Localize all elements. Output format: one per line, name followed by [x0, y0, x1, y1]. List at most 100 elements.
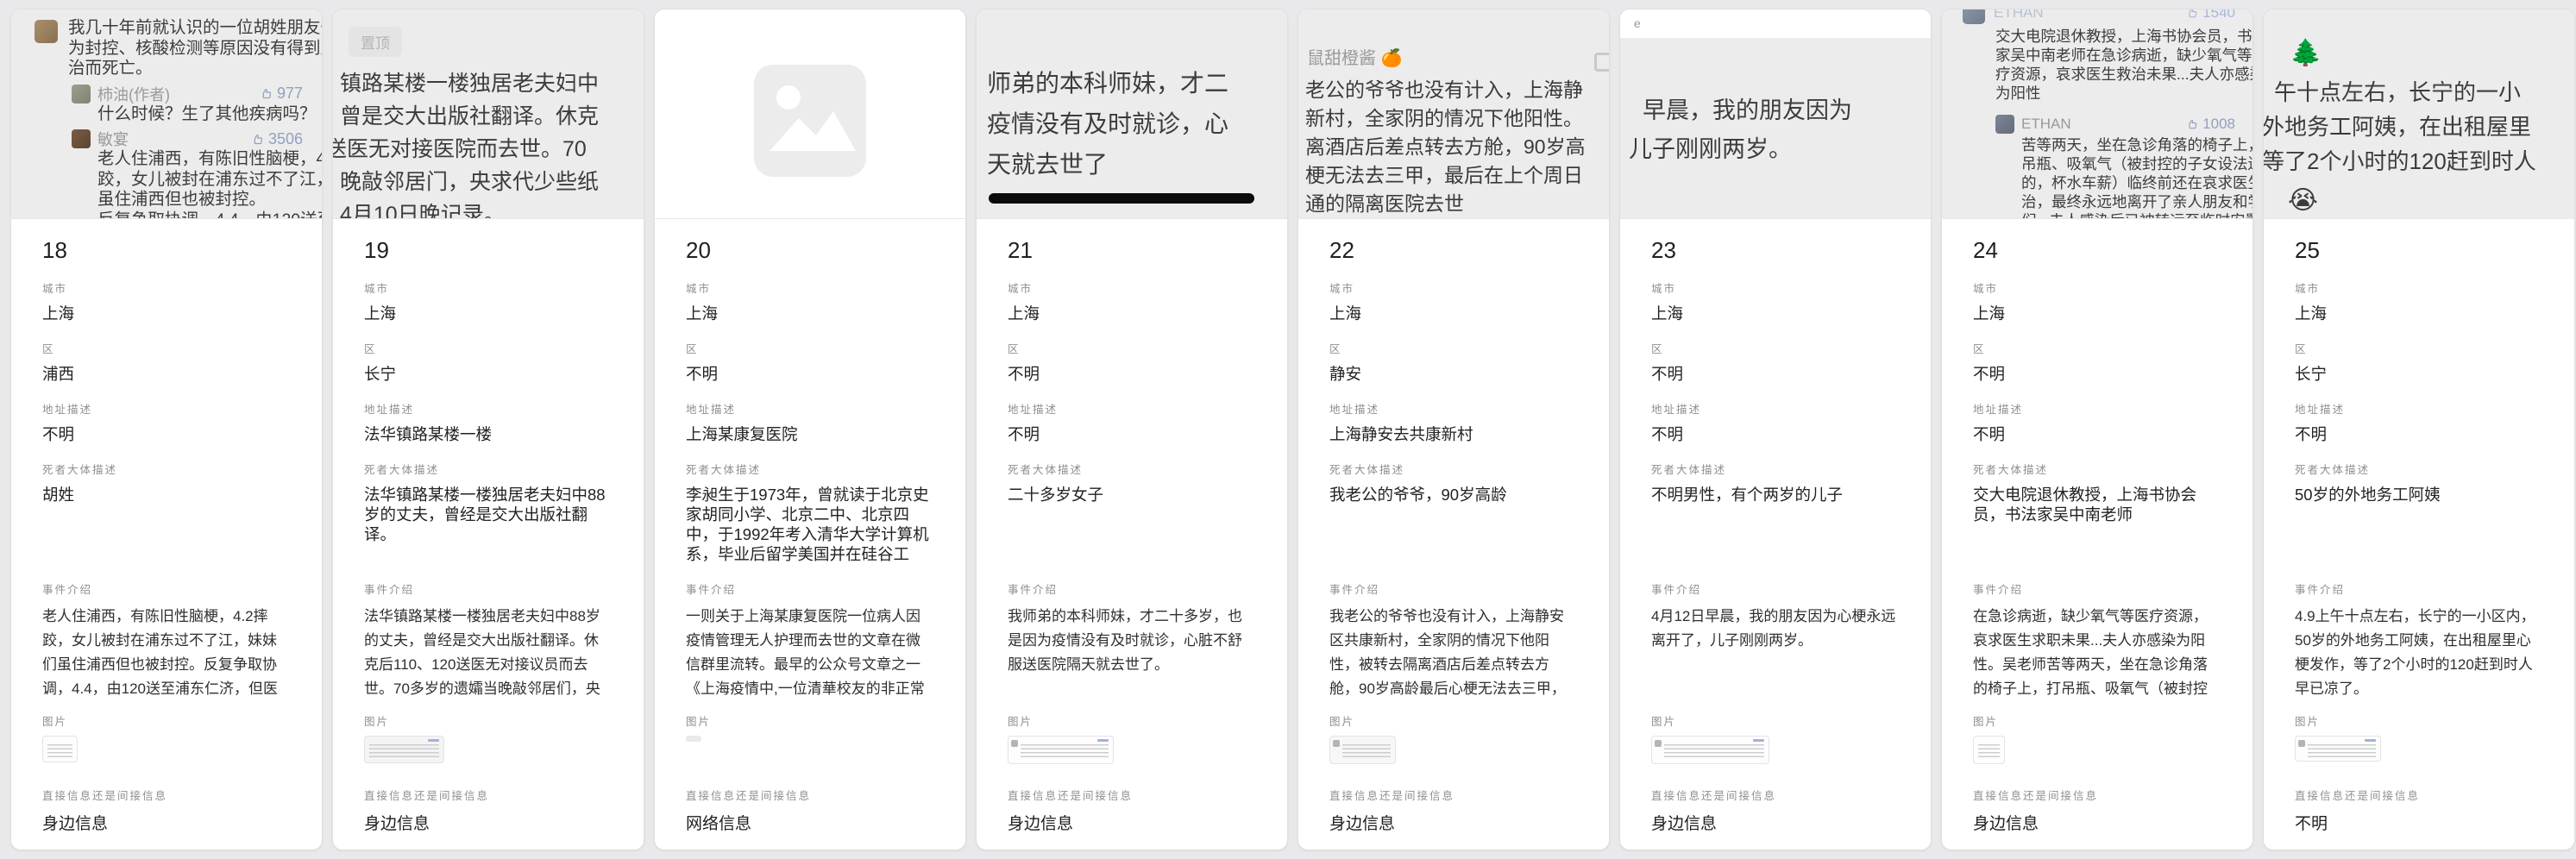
case-screenshot[interactable]: 师弟的本科师妹，才二 疫情没有及时就诊，心 天就去世了 — [977, 9, 1287, 218]
case-screenshot[interactable]: e 早晨，我的朋友因为 儿子刚刚两岁。 — [1620, 9, 1931, 218]
case-screenshot[interactable]: 鼠甜橙酱 🍊 老公的爷爷也没有计入，上海静 新村，全家阴的情况下他阳性。 离酒店… — [1298, 9, 1609, 218]
case-card-18[interactable]: 我几十年前就认识的一位胡姓朋友也是因 为封控、核酸检测等原因没有得到及时救 治而… — [10, 9, 323, 850]
text-line: 早晨，我的朋友因为 — [1620, 91, 1931, 130]
text-line: 师弟的本科师妹，才二 — [987, 63, 1287, 103]
field-label-district: 区 — [364, 342, 613, 356]
comment-line: 我几十年前就认识的一位胡姓朋友也是因 — [68, 18, 322, 39]
thumbs-up-icon — [260, 87, 273, 100]
like-count[interactable]: 1540 — [2186, 9, 2235, 22]
case-card-25[interactable]: 🌲 午十点左右，长宁的一小 外地务工阿姨，在出租屋里 等了2个小时的120赶到时… — [2263, 9, 2575, 850]
field-label-image: 图片 — [1329, 715, 1578, 729]
field-label-city: 城市 — [2295, 282, 2543, 296]
field-label-image: 图片 — [364, 715, 613, 729]
text-line: 外地务工阿姨，在出租屋里 — [2264, 110, 2574, 144]
case-card-23[interactable]: e 早晨，我的朋友因为 儿子刚刚两岁。 23 城市 上海 区 不明 地址描述 不… — [1619, 9, 1932, 850]
field-label-city: 城市 — [686, 282, 934, 296]
case-card-19[interactable]: 置顶 镇路某楼一楼独居老夫妇中 曾是交大出版社翻译。休克 送医无对接医院而去世。… — [332, 9, 644, 850]
field-value-event: 4月12日早晨，我的朋友因为心梗永远离开了，儿子刚刚两岁。 — [1651, 605, 1900, 703]
comment-text: 我几十年前就认识的一位胡姓朋友也是因 为封控、核酸检测等原因没有得到及时救 治而… — [68, 18, 322, 79]
field-label-city: 城市 — [1651, 282, 1900, 296]
text-line: 曾是交大出版社翻译。休克 — [340, 100, 644, 133]
case-details: 23 城市 上海 区 不明 地址描述 不明 死者大体描述 不明男性，有个两岁的儿… — [1620, 218, 1931, 850]
image-thumbnail[interactable] — [1329, 736, 1396, 764]
image-thumbnail[interactable] — [686, 736, 701, 742]
field-value-event: 在急诊病逝，缺少氧气等医疗资源，哀求医生求职未果...夫人亦感染为阳性。吴老师苦… — [1973, 605, 2221, 703]
case-number: 19 — [364, 237, 613, 263]
field-value-deceased: 不明男性，有个两岁的儿子 — [1651, 485, 1900, 564]
thumbs-up-icon — [251, 133, 264, 146]
field-label-address: 地址描述 — [1651, 403, 1900, 417]
field-value-deceased: 交大电院退休教授，上海书协会员，书法家吴中南老师 — [1973, 485, 2221, 564]
image-thumbnail[interactable] — [1008, 736, 1114, 764]
reply-author: 敏宴 — [97, 128, 251, 150]
field-label-address: 地址描述 — [1973, 403, 2221, 417]
case-screenshot[interactable]: 🌲 午十点左右，长宁的一小 外地务工阿姨，在出租屋里 等了2个小时的120赶到时… — [2264, 9, 2574, 218]
field-label-direct: 直接信息还是间接信息 — [364, 789, 613, 803]
image-thumbnail[interactable] — [2295, 736, 2381, 762]
case-card-21[interactable]: 师弟的本科师妹，才二 疫情没有及时就诊，心 天就去世了 21 城市 上海 区 不… — [976, 9, 1288, 850]
case-card-20[interactable]: 20 城市 上海 区 不明 地址描述 上海某康复医院 死者大体描述 李昶生于19… — [654, 9, 966, 850]
reply-text: 老人住浦西，有陈旧性脑梗，4.2摔 跤，女儿被封在浦东过不了江，妹妹们 虽住浦西… — [97, 149, 322, 218]
reply-author: 柿油(作者) — [97, 83, 260, 105]
image-thumbnail-area — [1008, 736, 1256, 770]
comment-text: 交大电院退休教授，上海书协会员，书法 家吴中南老师在急诊病逝，缺少氧气等医 疗资… — [1995, 27, 2252, 103]
reply-header: ETHAN 1008 — [1995, 113, 2252, 135]
like-count-value: 977 — [277, 85, 303, 103]
thumbnail-text-lines — [1664, 742, 1764, 760]
image-thumbnail-area — [2295, 736, 2543, 770]
image-thumbnail[interactable] — [42, 736, 78, 762]
case-card-22[interactable]: 鼠甜橙酱 🍊 老公的爷爷也没有计入，上海静 新村，全家阴的情况下他阳性。 离酒店… — [1297, 9, 1610, 850]
field-label-address: 地址描述 — [686, 403, 934, 417]
like-count[interactable]: 977 — [260, 85, 303, 103]
field-value-city: 上海 — [686, 304, 934, 323]
field-label-district: 区 — [42, 342, 291, 356]
field-label-city: 城市 — [1008, 282, 1256, 296]
field-label-image: 图片 — [1651, 715, 1900, 729]
field-label-direct: 直接信息还是间接信息 — [1973, 789, 2221, 803]
field-value-city: 上海 — [1973, 304, 2221, 323]
field-value-deceased: 50岁的外地务工阿姨 — [2295, 485, 2543, 564]
case-card-24[interactable]: ETHAN 1540 交大电院退休教授，上海书协会员，书法 家吴中南老师在急诊病… — [1941, 9, 2253, 850]
case-details: 25 城市 上海 区 长宁 地址描述 不明 死者大体描述 50岁的外地务工阿姨 … — [2264, 218, 2574, 850]
field-value-district: 浦西 — [42, 364, 291, 384]
case-number: 18 — [42, 237, 291, 263]
thumbnail-text-lines — [1978, 742, 2000, 760]
field-label-direct: 直接信息还是间接信息 — [2295, 789, 2543, 803]
text-line: 老公的爷爷也没有计入，上海静 — [1305, 76, 1609, 104]
field-value-direct: 身边信息 — [364, 811, 613, 834]
thumbs-up-icon — [2186, 118, 2198, 130]
cases-grid: 我几十年前就认识的一位胡姓朋友也是因 为封控、核酸检测等原因没有得到及时救 治而… — [0, 0, 2576, 859]
reply-line: 跤，女儿被封在浦东过不了江，妹妹们 — [97, 170, 322, 191]
image-thumbnail[interactable] — [1651, 736, 1769, 764]
thumbnail-text-lines — [369, 742, 439, 759]
field-value-address: 不明 — [1651, 424, 1900, 444]
field-label-image: 图片 — [686, 715, 934, 729]
image-placeholder-icon — [754, 65, 866, 177]
image-thumbnail[interactable] — [1973, 736, 2005, 764]
image-thumbnail[interactable] — [364, 736, 444, 763]
field-value-address: 不明 — [2295, 424, 2543, 444]
case-number: 24 — [1973, 237, 2221, 263]
case-screenshot[interactable]: 置顶 镇路某楼一楼独居老夫妇中 曾是交大出版社翻译。休克 送医无对接医院而去世。… — [333, 9, 644, 218]
case-screenshot[interactable]: ETHAN 1540 交大电院退休教授，上海书协会员，书法 家吴中南老师在急诊病… — [1942, 9, 2252, 218]
field-label-event: 事件介绍 — [1008, 583, 1256, 597]
pinned-badge: 置顶 — [349, 27, 402, 57]
reply-line: 的，杯水车薪）临终前还在哀求医生救 — [2021, 173, 2252, 192]
field-label-direct: 直接信息还是间接信息 — [686, 789, 934, 803]
like-count[interactable]: 1008 — [2186, 116, 2235, 133]
field-label-address: 地址描述 — [42, 403, 291, 417]
field-value-address: 不明 — [1008, 424, 1256, 444]
field-value-city: 上海 — [364, 304, 613, 323]
thumbnail-text-lines — [1021, 742, 1109, 760]
like-count[interactable]: 3506 — [251, 130, 303, 148]
case-details: 19 城市 上海 区 长宁 地址描述 法华镇路某楼一楼 死者大体描述 法华镇路某… — [333, 218, 644, 850]
comment-line: 为封控、核酸检测等原因没有得到及时救 — [68, 39, 322, 60]
field-value-district: 不明 — [686, 364, 934, 384]
field-value-deceased: 我老公的爷爷，90岁高龄 — [1329, 485, 1578, 564]
field-value-district: 不明 — [1008, 364, 1256, 384]
case-screenshot[interactable] — [655, 9, 965, 218]
poster-username: 鼠甜橙酱 🍊 — [1307, 44, 1609, 69]
field-label-event: 事件介绍 — [1651, 583, 1900, 597]
image-thumbnail-area — [364, 736, 613, 770]
case-screenshot[interactable]: 我几十年前就认识的一位胡姓朋友也是因 为封控、核酸检测等原因没有得到及时救 治而… — [11, 9, 322, 218]
